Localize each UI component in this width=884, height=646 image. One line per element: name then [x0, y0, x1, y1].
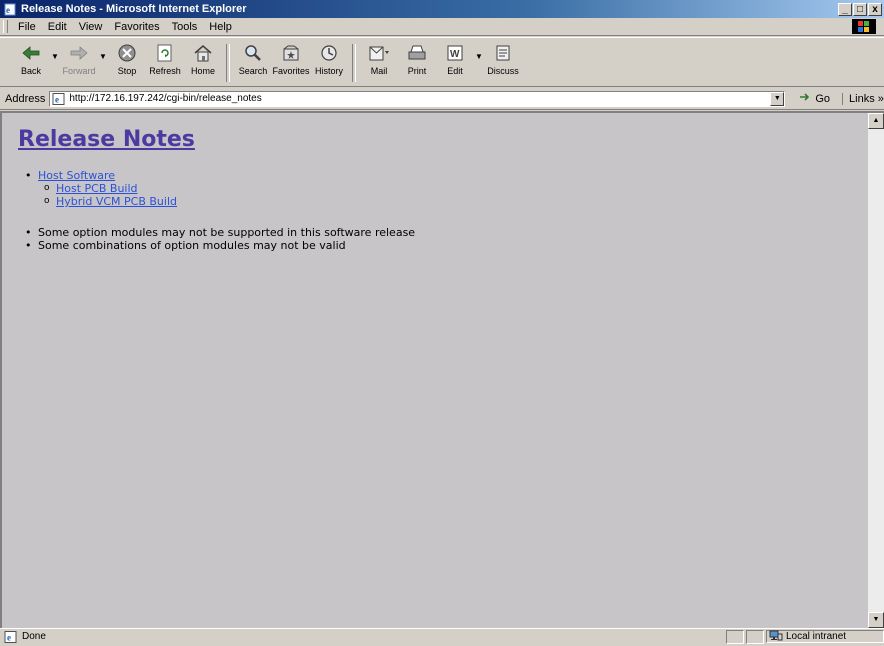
- refresh-button[interactable]: Refresh: [146, 42, 184, 76]
- maximize-button[interactable]: □: [853, 2, 867, 16]
- hybrid-vcm-pcb-build-link[interactable]: Hybrid VCM PCB Build: [56, 195, 177, 208]
- mail-button[interactable]: Mail: [360, 42, 398, 76]
- status-main: e Done: [0, 630, 726, 643]
- menu-tools[interactable]: Tools: [166, 21, 204, 33]
- favorites-button[interactable]: Favorites: [272, 42, 310, 76]
- history-button[interactable]: History: [310, 42, 348, 76]
- edit-dropdown-arrow[interactable]: ▼: [474, 52, 484, 61]
- address-dropdown-icon[interactable]: ▼: [770, 91, 785, 106]
- go-label: Go: [815, 92, 831, 105]
- nav-item-host-software: Host Software Host PCB Build Hybrid VCM …: [25, 169, 177, 208]
- back-arrow-icon: [19, 42, 43, 64]
- page-content: Release Notes Host Software Host PCB Bui…: [0, 111, 868, 628]
- toolbar-separator: [352, 44, 356, 82]
- stop-icon: [115, 42, 139, 64]
- favorites-label: Favorites: [272, 66, 310, 76]
- favorites-icon: [279, 42, 303, 64]
- toolbar-separator: [226, 44, 230, 82]
- close-button[interactable]: x: [868, 2, 882, 16]
- mail-icon: [367, 42, 391, 64]
- history-icon: [317, 42, 341, 64]
- standard-toolbar: Back ▼ Forward ▼ Stop Refresh Home Searc…: [0, 37, 884, 87]
- print-button[interactable]: Print: [398, 42, 436, 76]
- back-button[interactable]: Back: [12, 42, 50, 76]
- mail-label: Mail: [370, 66, 388, 76]
- history-label: History: [314, 66, 343, 76]
- svg-text:W: W: [450, 49, 460, 60]
- zone-label: Local intranet: [786, 631, 847, 642]
- svg-text:e: e: [7, 632, 11, 642]
- address-bar: Address e http://172.16.197.242/cgi-bin/…: [0, 88, 884, 110]
- search-button[interactable]: Search: [234, 42, 272, 76]
- discuss-label: Discuss: [487, 66, 519, 76]
- back-dropdown-arrow[interactable]: ▼: [50, 52, 60, 61]
- menu-help[interactable]: Help: [203, 21, 238, 33]
- address-input[interactable]: e http://172.16.197.242/cgi-bin/release_…: [49, 90, 786, 107]
- links-label: Links: [849, 92, 875, 105]
- page-heading: Release Notes: [18, 127, 195, 152]
- note-item: Some combinations of option modules may …: [25, 239, 415, 252]
- scroll-down-button[interactable]: ▼: [868, 612, 884, 628]
- forward-arrow-icon: [67, 42, 91, 64]
- edit-icon: W: [443, 42, 467, 64]
- edit-label: Edit: [447, 66, 463, 76]
- refresh-label: Refresh: [149, 66, 181, 76]
- forward-button[interactable]: Forward: [60, 42, 98, 76]
- notes-list: Some option modules may not be supported…: [25, 226, 415, 252]
- menu-grip: [3, 20, 8, 33]
- menu-view[interactable]: View: [73, 21, 109, 33]
- stop-button[interactable]: Stop: [108, 42, 146, 76]
- vertical-scrollbar[interactable]: ▲ ▼: [868, 111, 884, 628]
- status-panel: [746, 629, 764, 644]
- links-button[interactable]: Links »: [842, 92, 884, 105]
- stop-label: Stop: [117, 66, 137, 76]
- go-button[interactable]: Go: [799, 91, 830, 106]
- nav-sublist: Host PCB Build Hybrid VCM PCB Build: [44, 182, 177, 208]
- intranet-icon: [769, 630, 783, 644]
- status-text: Done: [22, 631, 46, 642]
- address-url[interactable]: http://172.16.197.242/cgi-bin/release_no…: [69, 93, 770, 104]
- go-arrow-icon: [799, 91, 813, 106]
- nav-subitem: Host PCB Build: [44, 182, 177, 195]
- chevron-right-icon: »: [877, 92, 884, 105]
- nav-subitem: Hybrid VCM PCB Build: [44, 195, 177, 208]
- forward-dropdown-arrow[interactable]: ▼: [98, 52, 108, 61]
- home-icon: [191, 42, 215, 64]
- print-icon: [405, 42, 429, 64]
- ie-page-icon: e: [3, 2, 17, 16]
- menu-file[interactable]: File: [12, 21, 42, 33]
- page-icon: e: [52, 92, 66, 105]
- search-icon: [241, 42, 265, 64]
- nav-list: Host Software Host PCB Build Hybrid VCM …: [25, 169, 177, 208]
- minimize-button[interactable]: _: [838, 2, 852, 16]
- scroll-up-button[interactable]: ▲: [868, 113, 884, 129]
- discuss-button[interactable]: Discuss: [484, 42, 522, 76]
- menu-edit[interactable]: Edit: [42, 21, 73, 33]
- title-bar: e Release Notes - Microsoft Internet Exp…: [0, 0, 884, 18]
- edit-button[interactable]: W Edit: [436, 42, 474, 76]
- windows-logo-icon: [852, 19, 876, 34]
- back-label: Back: [20, 66, 41, 76]
- note-item: Some option modules may not be supported…: [25, 226, 415, 239]
- search-label: Search: [238, 66, 268, 76]
- host-pcb-build-link[interactable]: Host PCB Build: [56, 182, 138, 195]
- svg-text:e: e: [6, 5, 10, 15]
- status-bar: e Done Local intranet: [0, 628, 884, 644]
- menu-favorites[interactable]: Favorites: [108, 21, 165, 33]
- page-done-icon: e: [4, 630, 18, 643]
- address-label: Address: [5, 92, 46, 105]
- home-button[interactable]: Home: [184, 42, 222, 76]
- print-label: Print: [407, 66, 427, 76]
- svg-text:e: e: [55, 94, 59, 104]
- menu-bar: File Edit View Favorites Tools Help: [0, 18, 884, 36]
- discuss-icon: [491, 42, 515, 64]
- security-zone: Local intranet: [766, 630, 884, 643]
- host-software-link[interactable]: Host Software: [38, 169, 115, 182]
- window-title: Release Notes - Microsoft Internet Explo…: [21, 3, 247, 15]
- forward-label: Forward: [62, 66, 96, 76]
- home-label: Home: [190, 66, 215, 76]
- status-panel: [726, 629, 744, 644]
- refresh-icon: [153, 42, 177, 64]
